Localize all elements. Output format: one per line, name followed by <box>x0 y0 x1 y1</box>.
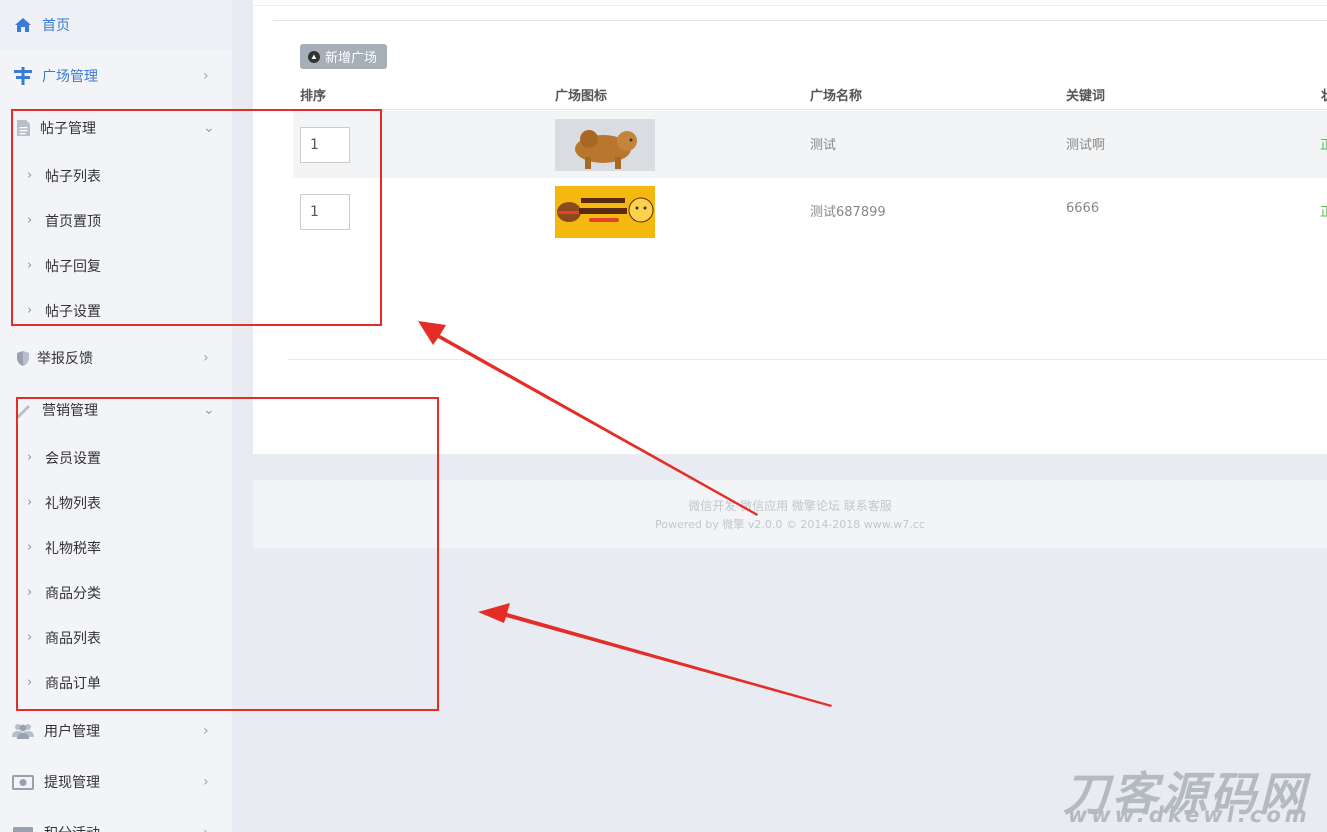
annotation-arrows <box>418 321 832 707</box>
annotation-arrow <box>478 603 832 707</box>
watermark-url: www.dkewl.com <box>1068 803 1311 827</box>
annotation-arrow <box>418 321 758 516</box>
